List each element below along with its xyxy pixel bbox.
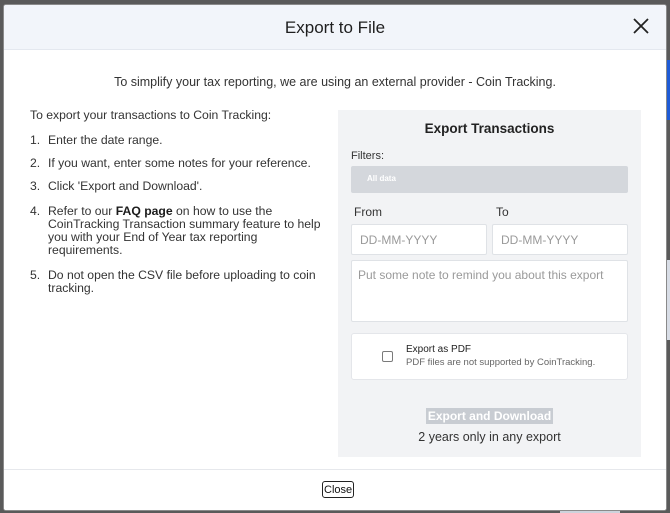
- close-icon[interactable]: [630, 15, 652, 37]
- panel-title: Export Transactions: [424, 121, 555, 136]
- to-label: To: [496, 205, 509, 219]
- step-number: 1.: [30, 133, 41, 147]
- step-number: 5.: [30, 268, 41, 282]
- step-number: 2.: [30, 156, 41, 170]
- export-and-download-button[interactable]: Export and Download: [425, 408, 554, 424]
- step-text: If you want, enter some notes for your r…: [48, 156, 311, 170]
- step-number: 4.: [30, 204, 41, 218]
- faq-page-link[interactable]: FAQ page: [116, 204, 173, 218]
- dialog-header: Export to File: [4, 5, 666, 50]
- export-dialog: Export to File To simplify your tax repo…: [3, 4, 667, 511]
- step-text-pre: Refer to our: [48, 204, 116, 218]
- dialog-title: Export to File: [284, 18, 386, 37]
- step-text: Do not open the CSV file before uploadin…: [48, 268, 316, 295]
- filters-label: Filters:: [351, 150, 384, 162]
- filter-select[interactable]: All data: [351, 166, 628, 193]
- export-button-wrapper: Export and Download: [338, 407, 641, 425]
- list-item: 4. Refer to our FAQ page on how to use t…: [30, 205, 335, 257]
- instructions-lead: To export your transactions to Coin Trac…: [30, 108, 272, 122]
- export-pdf-note: PDF files are not supported by CoinTrack…: [406, 357, 596, 368]
- list-item: 3. Click 'Export and Download'.: [30, 180, 335, 193]
- dialog-footer: Close: [4, 469, 666, 510]
- from-date-input[interactable]: [351, 224, 487, 255]
- years-limit-note: 2 years only in any export: [418, 430, 561, 444]
- step-text: Refer to our FAQ page on how to use the …: [48, 205, 335, 257]
- step-text: Click 'Export and Download'.: [48, 179, 203, 193]
- list-item: 1. Enter the date range.: [30, 134, 335, 147]
- step-number: 3.: [30, 179, 41, 193]
- filter-value: All data: [367, 174, 396, 183]
- to-date-input[interactable]: [492, 224, 628, 255]
- close-button[interactable]: Close: [322, 481, 355, 498]
- export-transactions-panel: Export Transactions Filters: All data Fr…: [338, 110, 641, 457]
- list-item: 2. If you want, enter some notes for you…: [30, 157, 335, 170]
- export-pdf-checkbox[interactable]: [382, 351, 393, 362]
- intro-text: To simplify your tax reporting, we are u…: [114, 75, 556, 89]
- export-pdf-label: Export as PDF: [406, 344, 472, 355]
- list-item: 5. Do not open the CSV file before uploa…: [30, 269, 335, 295]
- instructions-list: 1. Enter the date range. 2. If you want,…: [30, 134, 335, 295]
- instructions: To export your transactions to Coin Trac…: [30, 109, 335, 305]
- note-textarea[interactable]: [351, 260, 628, 322]
- from-label: From: [354, 205, 382, 219]
- step-text: Enter the date range.: [48, 133, 163, 147]
- export-pdf-option: Export as PDF PDF files are not supporte…: [351, 333, 628, 380]
